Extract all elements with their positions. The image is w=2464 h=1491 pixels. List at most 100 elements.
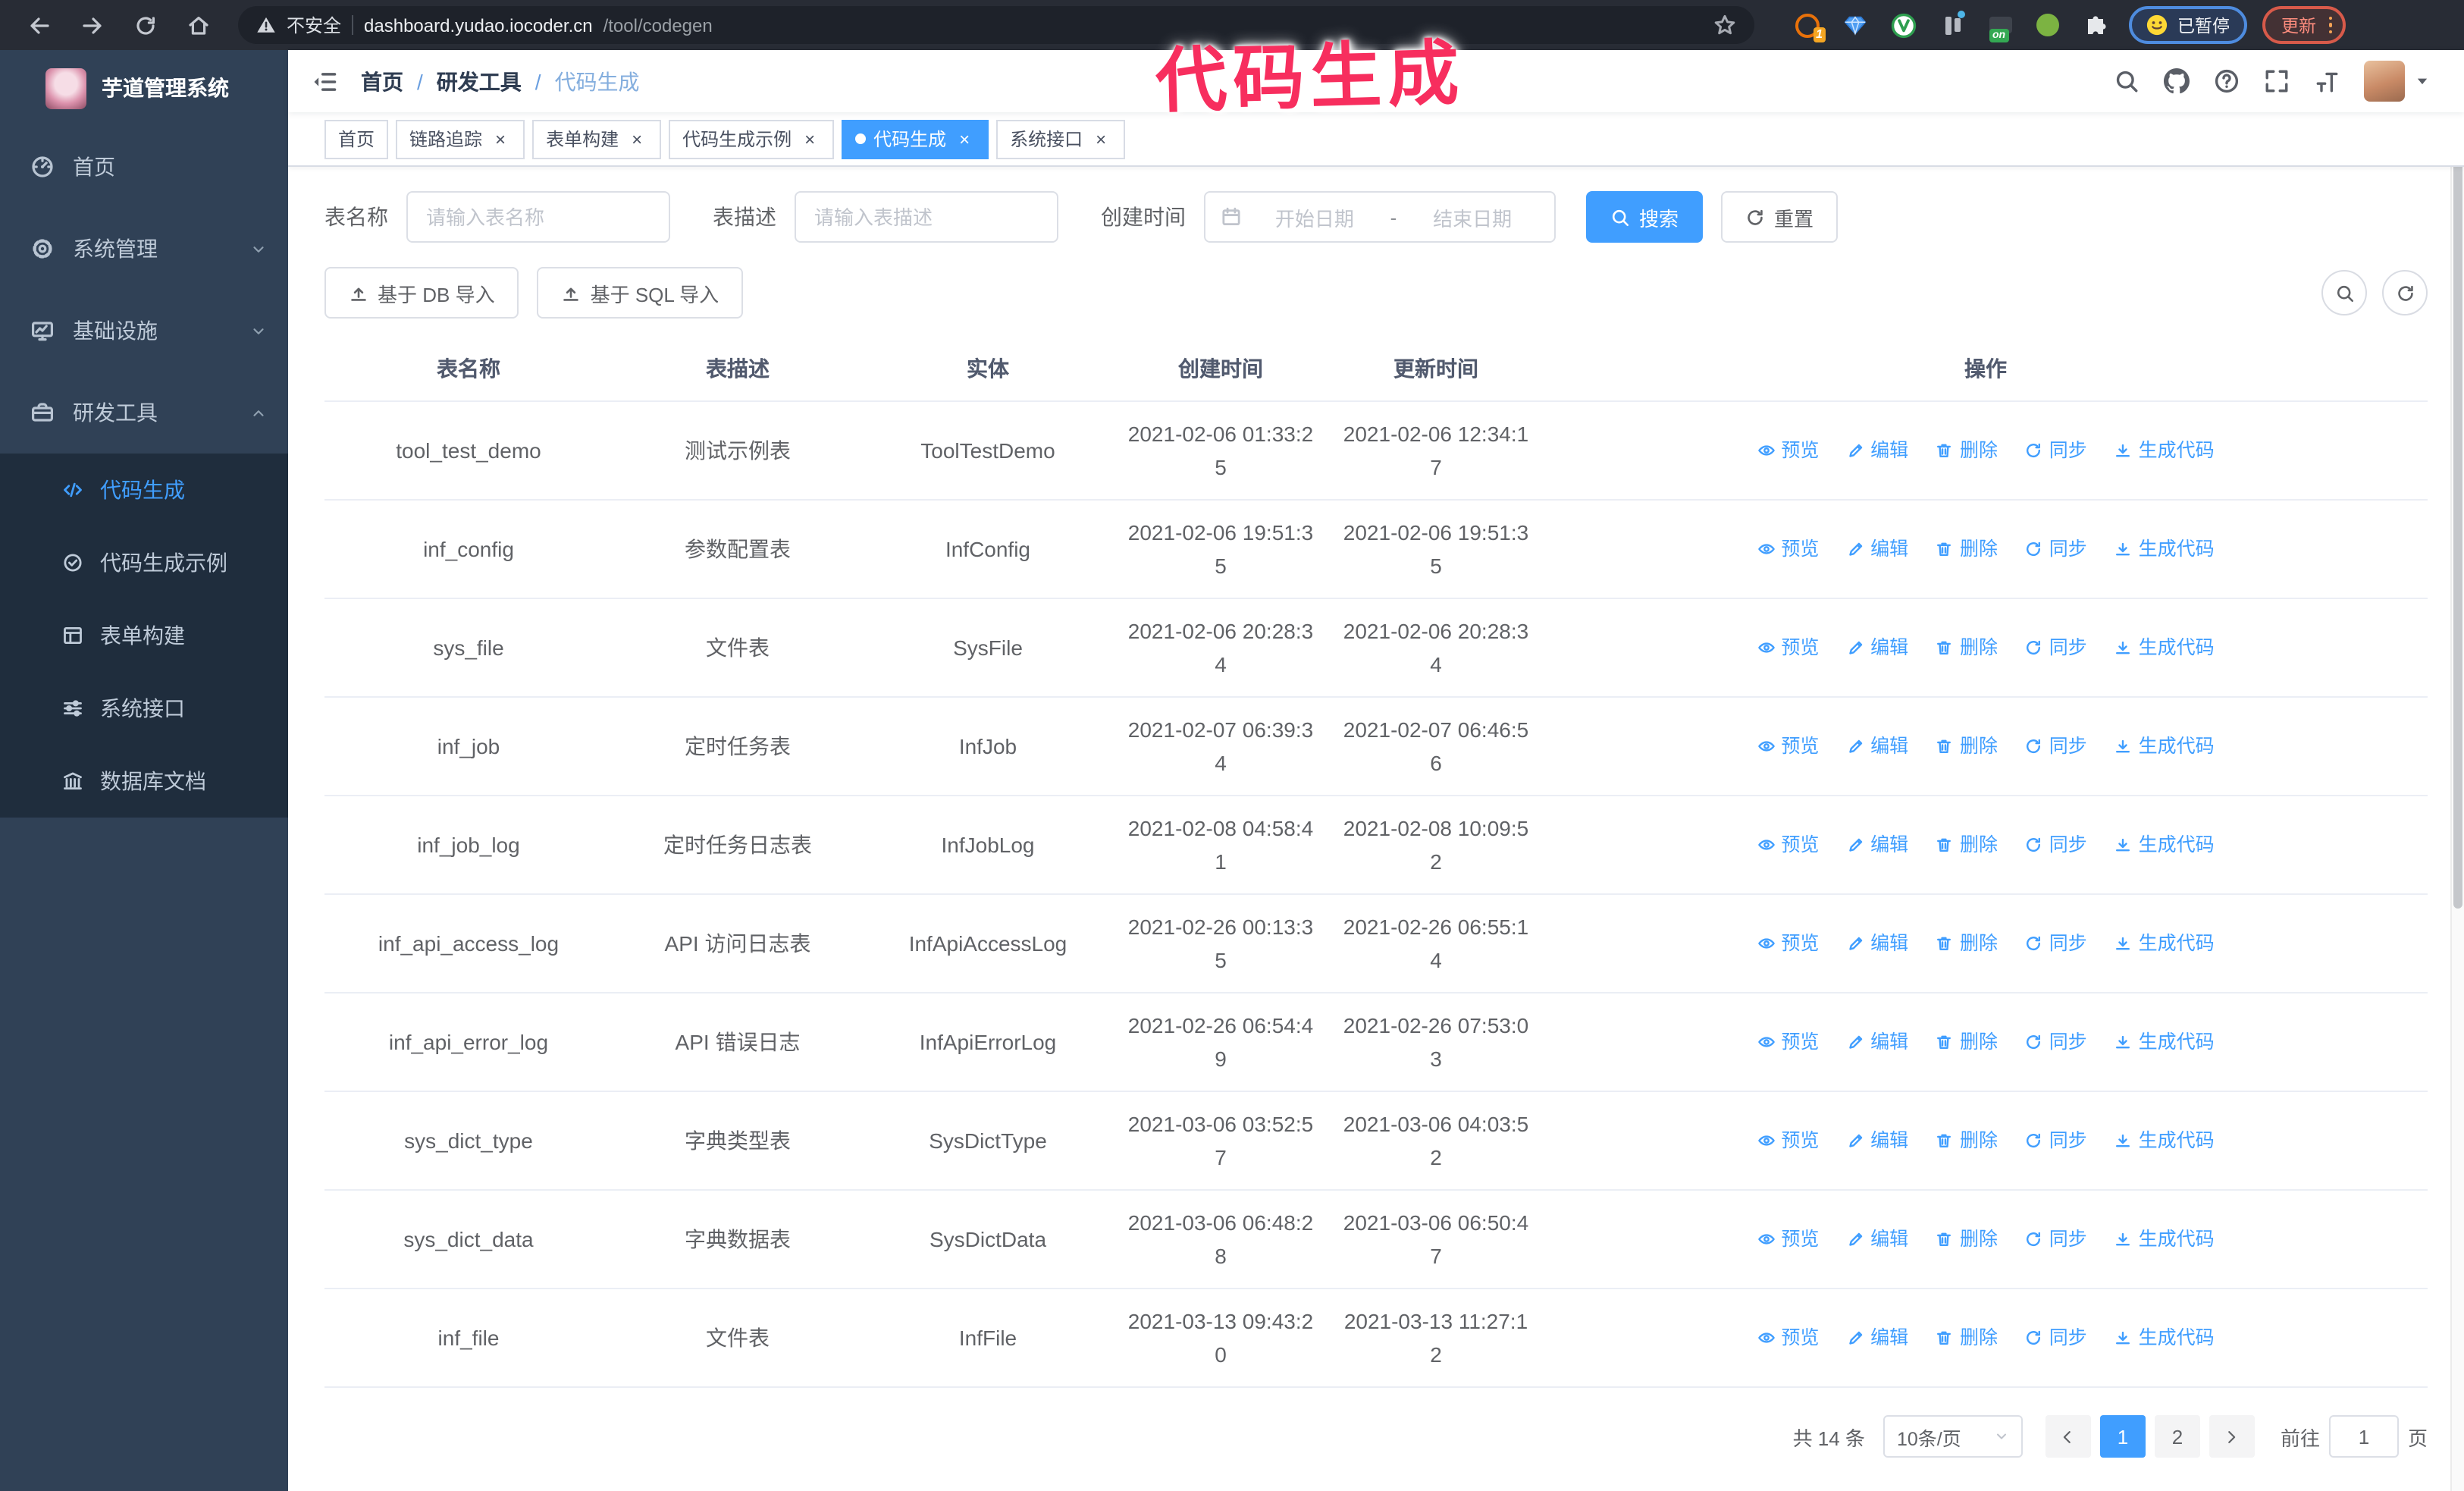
view-tag[interactable]: 表单构建 × [532,119,662,159]
sidebar-menu-item[interactable]: 研发工具 [0,372,288,454]
generate-code-link[interactable]: 生成代码 [2114,433,2215,466]
create-time-range-picker[interactable]: 开始日期 - 结束日期 [1204,191,1556,243]
delete-link[interactable]: 删除 [1936,729,1998,762]
tag-close-icon[interactable]: × [954,128,975,149]
delete-link[interactable]: 删除 [1936,827,1998,861]
generate-code-link[interactable]: 生成代码 [2114,827,2215,861]
preview-link[interactable]: 预览 [1757,630,1819,664]
preview-link[interactable]: 预览 [1757,1025,1819,1058]
page-2-button[interactable]: 2 [2154,1415,2200,1458]
edit-link[interactable]: 编辑 [1846,729,1908,762]
tag-close-icon[interactable]: × [490,128,511,149]
sidebar-submenu-item[interactable]: 代码生成 [0,454,288,526]
page-size-select[interactable]: 10条/页 [1882,1415,2023,1458]
security-label[interactable]: 不安全 [287,12,341,38]
generate-code-link[interactable]: 生成代码 [2114,926,2215,959]
view-tag[interactable]: 代码生成 × [842,119,989,159]
reset-button[interactable]: 重置 [1721,191,1839,243]
fullscreen-icon[interactable] [2252,68,2302,94]
preview-link[interactable]: 预览 [1757,926,1819,959]
sync-link[interactable]: 同步 [2025,630,2087,664]
browser-reload-icon[interactable] [133,13,158,37]
next-page-button[interactable] [2209,1415,2255,1458]
generate-code-link[interactable]: 生成代码 [2114,1222,2215,1255]
sidebar-toggle-icon[interactable] [288,50,361,112]
extension-gem-icon[interactable] [1842,12,1868,38]
edit-link[interactable]: 编辑 [1846,1025,1908,1058]
extension-on-icon[interactable]: on [1988,12,2014,42]
sync-link[interactable]: 同步 [2025,1025,2087,1058]
browser-forward-icon[interactable] [80,13,105,37]
extension-columns-icon[interactable] [1939,11,1965,38]
preview-link[interactable]: 预览 [1757,1222,1819,1255]
extension-orange-icon[interactable]: 1 [1794,12,1826,42]
generate-code-link[interactable]: 生成代码 [2114,630,2215,664]
address-bar[interactable]: 不安全 dashboard.yudao.iocoder.cn /tool/cod… [238,6,1754,44]
delete-link[interactable]: 删除 [1936,926,1998,959]
sync-link[interactable]: 同步 [2025,532,2087,565]
browser-update-button[interactable]: 更新 [2262,6,2346,44]
sidebar-submenu-item[interactable]: 表单构建 [0,599,288,672]
scrollbar-thumb[interactable] [2453,59,2462,909]
page-scrollbar[interactable] [2450,50,2464,1491]
sync-link[interactable]: 同步 [2025,827,2087,861]
breadcrumb-home[interactable]: 首页 [361,66,403,96]
sync-link[interactable]: 同步 [2025,1320,2087,1354]
view-tag[interactable]: 系统接口 × [996,119,1126,159]
sidebar-menu-item[interactable]: 首页 [0,126,288,208]
delete-link[interactable]: 删除 [1936,1222,1998,1255]
edit-link[interactable]: 编辑 [1846,630,1908,664]
help-icon[interactable] [2202,68,2252,94]
preview-link[interactable]: 预览 [1757,532,1819,565]
edit-link[interactable]: 编辑 [1846,926,1908,959]
view-tag[interactable]: 代码生成示例 × [669,119,835,159]
tag-close-icon[interactable]: × [1090,128,1111,149]
edit-link[interactable]: 编辑 [1846,532,1908,565]
sync-link[interactable]: 同步 [2025,1123,2087,1157]
delete-link[interactable]: 删除 [1936,630,1998,664]
page-1-button[interactable]: 1 [2099,1415,2146,1458]
app-logo[interactable]: 芋道管理系统 [0,50,288,126]
toggle-search-button[interactable] [2321,270,2367,315]
table-name-input[interactable] [406,191,670,243]
paused-badge[interactable]: 已暂停 [2129,6,2246,44]
generate-code-link[interactable]: 生成代码 [2114,1025,2215,1058]
generate-code-link[interactable]: 生成代码 [2114,1320,2215,1354]
delete-link[interactable]: 删除 [1936,1123,1998,1157]
sidebar-menu-item[interactable]: 系统管理 [0,208,288,290]
breadcrumb-devtools[interactable]: 研发工具 [437,66,522,96]
delete-link[interactable]: 删除 [1936,532,1998,565]
sidebar-submenu-item[interactable]: 系统接口 [0,672,288,745]
delete-link[interactable]: 删除 [1936,1025,1998,1058]
preview-link[interactable]: 预览 [1757,827,1819,861]
sync-link[interactable]: 同步 [2025,729,2087,762]
edit-link[interactable]: 编辑 [1846,1222,1908,1255]
user-avatar[interactable] [2364,61,2405,102]
tag-close-icon[interactable]: × [626,128,647,149]
sidebar-submenu-item[interactable]: 数据库文档 [0,745,288,818]
browser-back-icon[interactable] [27,13,52,37]
edit-link[interactable]: 编辑 [1846,827,1908,861]
edit-link[interactable]: 编辑 [1846,1320,1908,1354]
preview-link[interactable]: 预览 [1757,729,1819,762]
preview-link[interactable]: 预览 [1757,1123,1819,1157]
view-tag[interactable]: 链路追踪 × [396,119,525,159]
search-button[interactable]: 搜索 [1586,191,1704,243]
browser-menu-kebab-icon[interactable] [2328,16,2332,34]
preview-link[interactable]: 预览 [1757,433,1819,466]
refresh-table-button[interactable] [2382,270,2428,315]
generate-code-link[interactable]: 生成代码 [2114,532,2215,565]
import-sql-button[interactable]: 基于 SQL 导入 [537,267,744,319]
delete-link[interactable]: 删除 [1936,1320,1998,1354]
avatar-caret-icon[interactable] [2405,73,2437,89]
preview-link[interactable]: 预览 [1757,1320,1819,1354]
header-search-icon[interactable] [2102,68,2152,94]
sidebar-submenu-item[interactable]: 代码生成示例 [0,526,288,599]
edit-link[interactable]: 编辑 [1846,1123,1908,1157]
generate-code-link[interactable]: 生成代码 [2114,1123,2215,1157]
import-db-button[interactable]: 基于 DB 导入 [324,267,519,319]
extension-animal-icon[interactable] [2036,14,2059,36]
extensions-puzzle-icon[interactable] [2082,12,2108,38]
browser-home-icon[interactable] [187,13,211,37]
bookmark-star-icon[interactable] [1713,14,1736,36]
